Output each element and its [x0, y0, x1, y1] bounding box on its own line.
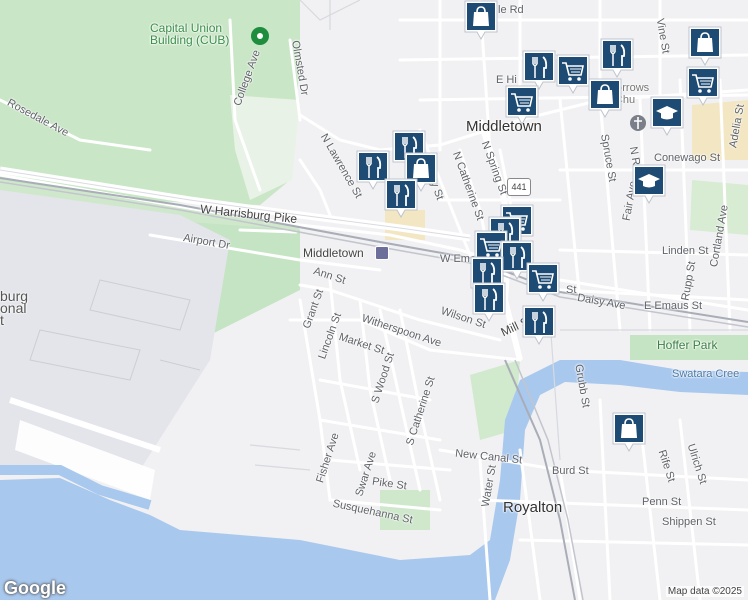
map-attribution[interactable]: Map data ©2025	[665, 586, 744, 597]
marker-restaurant[interactable]	[600, 38, 634, 78]
marker-school[interactable]	[650, 96, 684, 136]
marker-store[interactable]	[612, 412, 646, 452]
street-label-burd: Burd St	[552, 465, 589, 477]
marker-grocery[interactable]	[505, 85, 539, 125]
street-label-linden: Linden St	[662, 245, 709, 257]
place-label-swatara-creek: Swatara Cree	[672, 368, 740, 380]
marker-restaurant[interactable]	[472, 282, 506, 322]
route-441-shield: 441	[507, 178, 531, 196]
marker-school[interactable]	[632, 164, 666, 204]
place-label-hoffer-park: Hoffer Park	[657, 338, 718, 352]
train-station-icon[interactable]	[375, 246, 389, 260]
google-logo[interactable]: Google	[4, 578, 66, 599]
marker-grocery[interactable]	[526, 262, 560, 302]
place-label-royalton: Royalton	[503, 499, 563, 516]
street-label-penn: Penn St	[642, 496, 682, 508]
street-label-le-rd: le Rd	[498, 4, 524, 16]
marker-restaurant[interactable]	[522, 50, 556, 90]
street-label-e-emaus: E Emaus St	[644, 300, 703, 312]
street-label-shippen: Shippen St	[662, 516, 716, 528]
marker-store[interactable]	[588, 78, 622, 118]
place-label-middletown-station: Middletown	[303, 246, 364, 260]
place-label-airport: burg onal t	[0, 288, 29, 328]
marker-store[interactable]	[688, 26, 722, 66]
marker-restaurant[interactable]	[522, 305, 556, 345]
marker-grocery[interactable]	[686, 66, 720, 106]
map-canvas[interactable]: Capital Union Building (CUB) Middletown M…	[0, 0, 748, 600]
marker-grocery[interactable]	[556, 54, 590, 94]
marker-restaurant[interactable]	[384, 178, 418, 218]
place-label-capital-union: Capital Union Building (CUB)	[150, 21, 230, 47]
marker-store[interactable]	[464, 0, 498, 40]
street-label-st-fragment: St	[566, 284, 577, 296]
street-label-conewago: Conewago St	[654, 152, 721, 164]
